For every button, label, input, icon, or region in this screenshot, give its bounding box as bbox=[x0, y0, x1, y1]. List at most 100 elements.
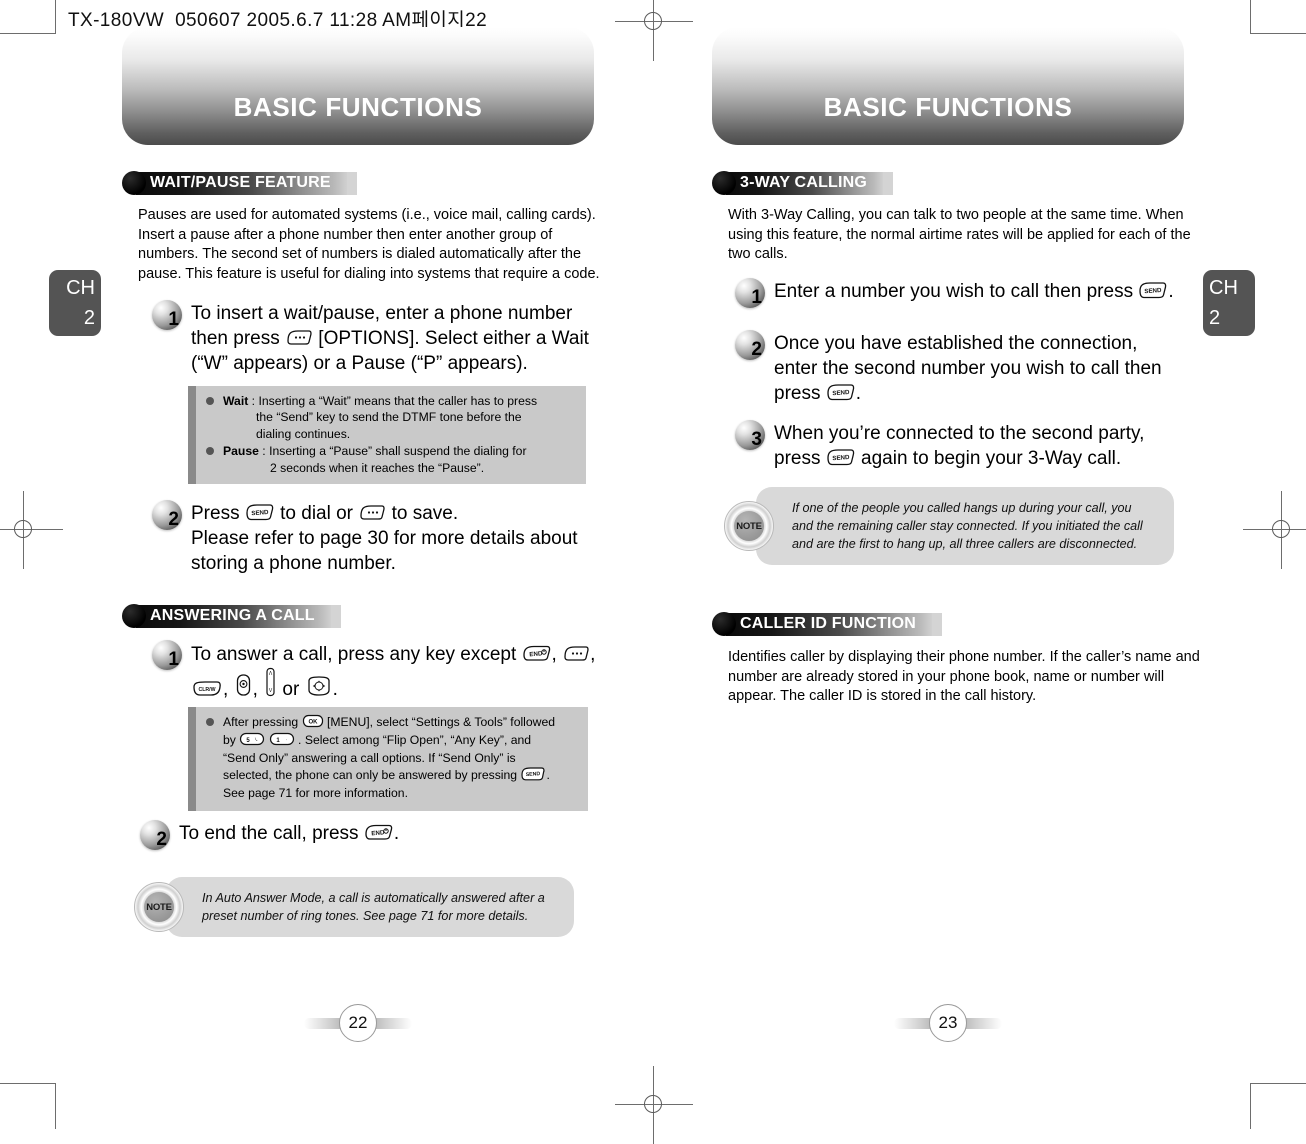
crop-mark bbox=[0, 33, 56, 34]
step-number-badge: 1 bbox=[735, 278, 765, 308]
step-number: 1 bbox=[168, 309, 179, 330]
step-text: Once you have established the connection… bbox=[774, 333, 1162, 404]
five-key-icon: 5 ㇏ bbox=[239, 732, 265, 746]
step-line: To end the call, press bbox=[179, 823, 359, 844]
infobox-wait-pause: Wait : Inserting a “Wait” means that the… bbox=[188, 386, 586, 485]
step-answering-2: 2 To end the call, press END . bbox=[140, 820, 590, 850]
infobox-row: Wait : Inserting a “Wait” means that the… bbox=[204, 393, 537, 442]
step-number-badge: 2 bbox=[140, 820, 170, 850]
one-key-icon: 1ㆍ bbox=[269, 732, 295, 746]
step-text: Press SEND to dial or to save. Please re… bbox=[191, 500, 578, 576]
step-line: Please refer to page 30 for more details… bbox=[191, 528, 578, 549]
section-title-caller-id: CALLER ID FUNCTION bbox=[740, 615, 917, 632]
infobox-text: [MENU], select “Settings & Tools” follow… bbox=[326, 715, 556, 729]
step-number: 1 bbox=[751, 287, 762, 308]
options-key-icon bbox=[358, 504, 386, 521]
step-line: (“W” appears) or a Pause (“P” appears). bbox=[191, 353, 528, 374]
step-text: To end the call, press END . bbox=[179, 823, 400, 844]
section-title-answering-call: ANSWERING A CALL bbox=[150, 607, 315, 624]
svg-text:CLR/W: CLR/W bbox=[199, 687, 216, 693]
right-banner-title: BASIC FUNCTIONS bbox=[823, 92, 1073, 122]
chapter-tab-left-num: 2 bbox=[83, 307, 95, 329]
infobox-label-pause: Pause bbox=[223, 444, 259, 459]
ok-key-icon: OK bbox=[302, 714, 324, 728]
infobox-text: 2 seconds when it reaches the “Pause”. bbox=[270, 460, 485, 475]
step-number: 2 bbox=[156, 829, 167, 850]
infobox-text: : Inserting a “Pause” shall suspend the … bbox=[258, 444, 527, 459]
infobox-text: . bbox=[546, 768, 550, 783]
step-line: Press bbox=[191, 503, 240, 524]
crop-mark bbox=[55, 1083, 56, 1129]
step-line: to save. bbox=[391, 503, 459, 524]
svg-text:SEND: SEND bbox=[1144, 287, 1162, 295]
step-text: To answer a call, press any key except E… bbox=[191, 644, 596, 700]
bullet-dot-icon bbox=[712, 171, 736, 195]
options-key-icon bbox=[285, 329, 313, 346]
send-key-icon: SEND bbox=[826, 383, 856, 401]
infobox-answering-call: After pressing OK [MENU], select “Settin… bbox=[188, 707, 588, 811]
step-line: To insert a wait/pause, enter a phone nu… bbox=[191, 303, 573, 324]
registration-mark-bottom bbox=[615, 1066, 693, 1144]
section-header-wait-pause: WAIT/PAUSE FEATURE bbox=[122, 171, 357, 195]
infobox-text: : Inserting a “Wait” means that the call… bbox=[248, 394, 538, 408]
page-number-value: 22 bbox=[339, 1004, 377, 1042]
page-number-right: 23 bbox=[888, 1003, 1008, 1043]
bullet-dot-icon bbox=[122, 171, 146, 195]
step-number-badge: 1 bbox=[152, 640, 182, 670]
intro-caller-id: Identifies caller by displaying their ph… bbox=[728, 649, 1200, 704]
svg-text:ㆍ: ㆍ bbox=[284, 737, 288, 742]
note-icon-label: NOTE bbox=[736, 520, 762, 532]
step-number: 1 bbox=[168, 649, 179, 670]
svg-text:SEND: SEND bbox=[832, 389, 850, 397]
registration-mark-top bbox=[615, 0, 693, 61]
step-wait-pause-1: 1 To insert a wait/pause, enter a phone … bbox=[152, 300, 602, 376]
step-text: Enter a number you wish to call then pre… bbox=[774, 281, 1174, 302]
svg-text:END: END bbox=[371, 829, 385, 837]
section-title-3way-calling: 3-WAY CALLING bbox=[740, 174, 868, 191]
step-line: Once you have established the connection… bbox=[774, 333, 1138, 354]
bullet-dot-icon bbox=[712, 612, 736, 636]
step-number-badge: 2 bbox=[735, 330, 765, 360]
svg-text:SEND: SEND bbox=[251, 509, 269, 517]
step-3way-2: 2 Once you have established the connecti… bbox=[735, 330, 1205, 406]
chapter-tab-right: CH 2 bbox=[1203, 270, 1255, 336]
step-line: storing a phone number. bbox=[191, 553, 396, 574]
registration-mark-right bbox=[1243, 491, 1306, 569]
chapter-tab-left: CH 2 bbox=[49, 270, 101, 336]
step-line: to dial or bbox=[280, 503, 354, 524]
note-icon: NOTE bbox=[134, 882, 184, 932]
end-key-icon: END bbox=[364, 823, 394, 841]
infobox-text: by bbox=[223, 732, 236, 747]
send-key-icon: SEND bbox=[245, 503, 275, 521]
crop-mark bbox=[0, 1083, 56, 1084]
bullet-dot-icon bbox=[122, 604, 146, 628]
svg-text:㇏: ㇏ bbox=[254, 737, 259, 742]
note-icon: NOTE bbox=[724, 501, 774, 551]
section-header-3way-calling: 3-WAY CALLING bbox=[712, 171, 894, 195]
section-header-caller-id: CALLER ID FUNCTION bbox=[712, 612, 943, 636]
step-text: To insert a wait/pause, enter a phone nu… bbox=[191, 300, 589, 376]
right-page-banner: BASIC FUNCTIONS bbox=[712, 27, 1184, 145]
registration-mark-left bbox=[0, 491, 63, 569]
step-line: press bbox=[774, 383, 821, 404]
chapter-tab-right-ch: CH bbox=[1209, 277, 1238, 299]
step-number-badge: 2 bbox=[152, 500, 182, 530]
step-line: Enter a number you wish to call then pre… bbox=[774, 281, 1134, 302]
end-key-icon: END bbox=[522, 644, 552, 662]
step-number: 3 bbox=[751, 429, 762, 450]
page-number-left: 22 bbox=[298, 1003, 418, 1043]
chapter-tab-left-ch: CH bbox=[66, 277, 95, 299]
crop-mark bbox=[55, 0, 56, 34]
page-number-value: 23 bbox=[929, 1004, 967, 1042]
step-number-badge: 3 bbox=[735, 420, 765, 450]
infobox-text: See page 71 for more information. bbox=[223, 786, 408, 801]
svg-text:SEND: SEND bbox=[526, 771, 541, 778]
send-key-icon: SEND bbox=[826, 448, 856, 466]
step-3way-1: 1 Enter a number you wish to call then p… bbox=[735, 278, 1205, 308]
bullet-icon bbox=[206, 718, 214, 726]
left-page-banner: BASIC FUNCTIONS bbox=[122, 27, 594, 145]
note-callout-3way: NOTE If one of the people you called han… bbox=[724, 487, 1174, 565]
step-number: 2 bbox=[751, 339, 762, 360]
note-text: If one of the people you called hangs up… bbox=[756, 487, 1174, 565]
infobox-spine bbox=[188, 386, 196, 485]
